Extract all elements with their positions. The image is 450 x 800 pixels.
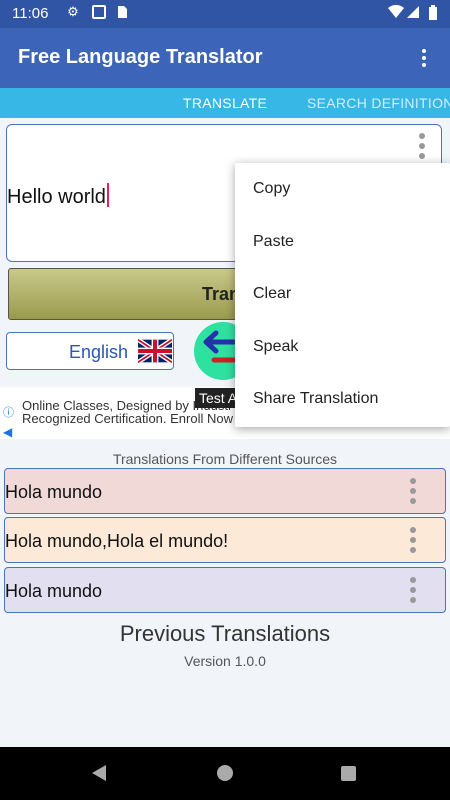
result-text: Hola mundo [5,581,103,601]
result-card[interactable]: Hola mundo [4,567,446,613]
version-label: Version 1.0.0 [184,653,266,669]
wifi-icon [388,4,404,19]
tab-bar: TRANSLATE SEARCH DEFINITION [0,88,450,118]
system-nav-bar [0,747,450,800]
app-bar: Free Language Translator [0,28,450,88]
result-card[interactable]: Hola mundo [4,468,446,514]
tab-search-definition[interactable]: SEARCH DEFINITION [307,95,450,111]
menu-item-paste[interactable]: Paste [235,216,450,269]
signal-icon [406,5,420,19]
input-more-icon[interactable] [411,129,433,163]
result-more-icon[interactable] [403,524,423,556]
home-icon[interactable] [217,765,233,781]
result-card[interactable]: Hola mundo,Hola el mundo! [4,517,446,563]
sim-icon [92,5,106,19]
sources-label: Translations From Different Sources [112,451,338,467]
more-vert-icon[interactable] [412,42,436,74]
context-menu: Copy Paste Clear Speak Share Translation [235,163,450,427]
ad-arrow-icon[interactable]: ◀ [3,425,12,439]
recents-icon[interactable] [341,766,356,781]
result-text: Hola mundo,Hola el mundo! [5,531,229,551]
menu-item-share-translation[interactable]: Share Translation [235,373,450,426]
status-time: 11:06 [12,5,49,22]
result-more-icon[interactable] [403,475,423,507]
settings-icon: ⚙ [67,4,79,19]
menu-item-speak[interactable]: Speak [235,321,450,374]
input-field[interactable]: Hello world [7,183,109,209]
result-more-icon[interactable] [403,574,423,606]
text-cursor [106,183,109,207]
app-title: Free Language Translator [18,46,263,68]
menu-item-clear[interactable]: Clear [235,268,450,321]
source-language-selector[interactable]: English [6,332,174,370]
result-text: Hola mundo [5,482,103,502]
sd-card-icon [115,5,129,19]
source-language-label: English [69,342,129,362]
tab-translate[interactable]: TRANSLATE [183,95,267,111]
uk-flag-icon [138,339,172,363]
status-bar: 11:06 ⚙ [0,0,450,28]
input-value: Hello world [7,186,106,208]
ad-info-icon[interactable]: ⓘ [3,407,15,419]
back-icon[interactable] [92,765,106,781]
battery-icon [426,5,440,20]
menu-item-copy[interactable]: Copy [235,163,450,216]
previous-translations-title[interactable]: Previous Translations [0,621,450,647]
